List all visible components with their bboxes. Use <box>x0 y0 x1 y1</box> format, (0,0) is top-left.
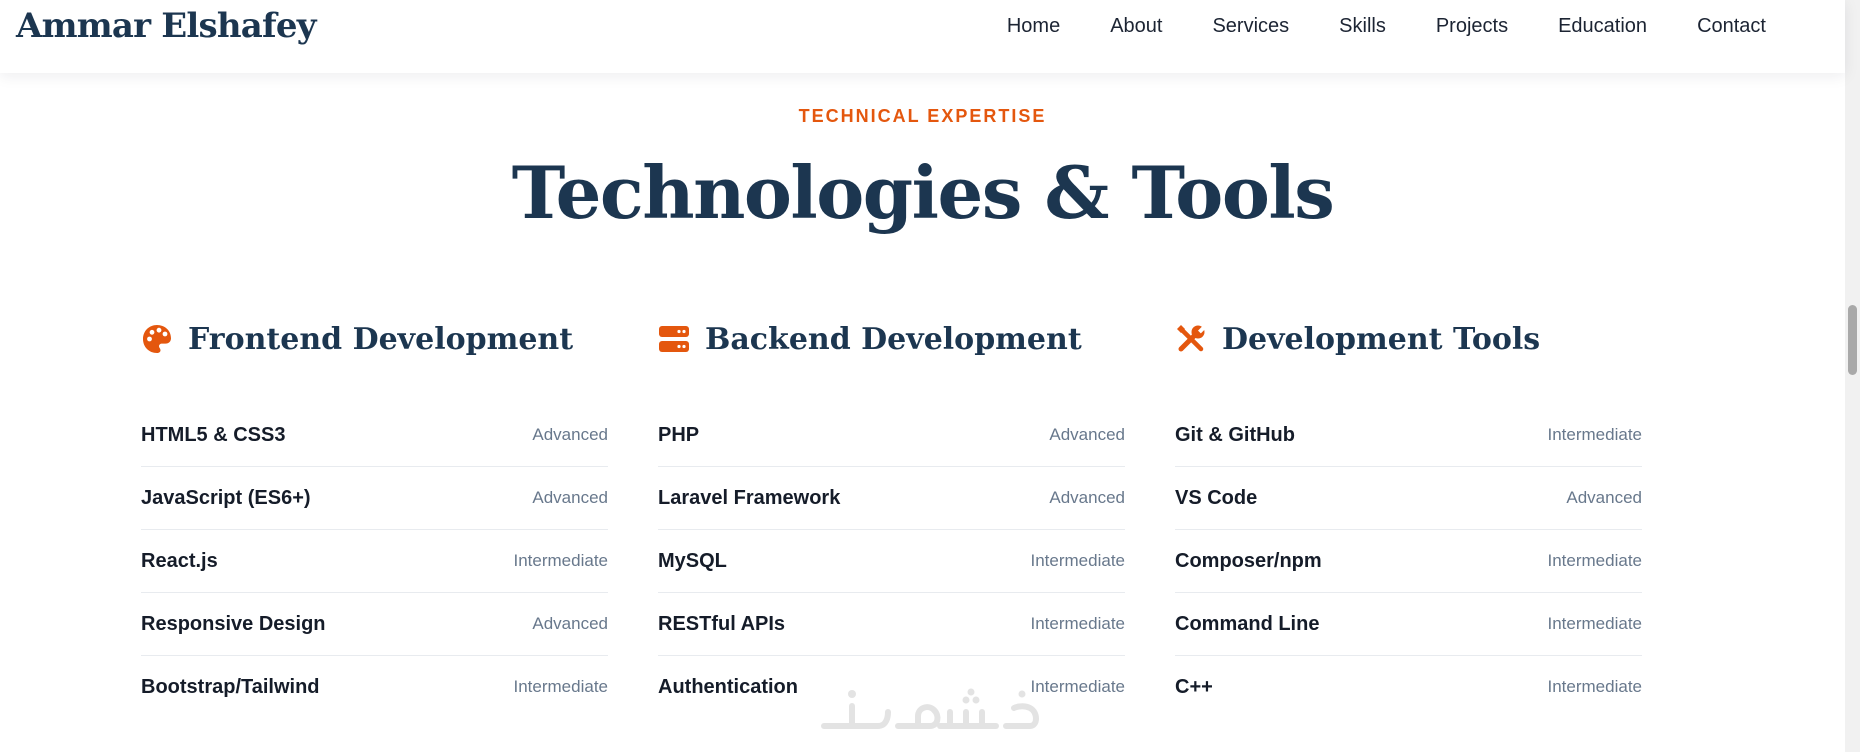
skill-name: Composer/npm <box>1175 549 1322 572</box>
skill-level: Advanced <box>1566 488 1642 507</box>
nav-link-skills[interactable]: Skills <box>1339 15 1386 38</box>
skill-row: React.js Intermediate <box>141 530 608 593</box>
skill-name: HTML5 & CSS3 <box>141 423 286 446</box>
column-header: Development Tools <box>1175 318 1642 360</box>
scrollbar-thumb[interactable] <box>1848 305 1857 375</box>
watermark-logo <box>821 688 1039 729</box>
nav-link-contact[interactable]: Contact <box>1697 15 1766 38</box>
skill-name: Command Line <box>1175 612 1320 635</box>
skill-row: PHP Advanced <box>658 404 1125 467</box>
site-header: Ammar Elshafey Home About Services Skill… <box>0 0 1845 73</box>
nav-link-services[interactable]: Services <box>1212 15 1289 38</box>
skill-level: Intermediate <box>1547 551 1643 570</box>
skill-level: Intermediate <box>1547 425 1643 444</box>
skill-name: Bootstrap/Tailwind <box>141 675 320 698</box>
skill-name: Git & GitHub <box>1175 423 1295 446</box>
skill-level: Advanced <box>1049 488 1125 507</box>
skill-name: Laravel Framework <box>658 486 841 509</box>
skill-row: C++ Intermediate <box>1175 656 1642 718</box>
skill-row: Laravel Framework Advanced <box>658 467 1125 530</box>
skill-name: PHP <box>658 423 700 446</box>
skill-column-frontend: Frontend Development HTML5 & CSS3 Advanc… <box>141 318 608 718</box>
skill-level: Intermediate <box>513 551 609 570</box>
skill-row: Git & GitHub Intermediate <box>1175 404 1642 467</box>
skill-level: Intermediate <box>1030 614 1126 633</box>
skill-row: JavaScript (ES6+) Advanced <box>141 467 608 530</box>
skill-row: Composer/npm Intermediate <box>1175 530 1642 593</box>
server-icon <box>658 323 690 355</box>
column-header: Frontend Development <box>141 318 608 360</box>
main-nav: Home About Services Skills Projects Educ… <box>1007 0 1766 53</box>
skill-column-tools: Development Tools Git & GitHub Intermedi… <box>1175 318 1642 718</box>
skill-name: React.js <box>141 549 218 572</box>
skill-level: Intermediate <box>513 677 609 696</box>
skill-level: Intermediate <box>1547 614 1643 633</box>
column-header: Backend Development <box>658 318 1125 360</box>
column-title: Frontend Development <box>188 321 574 357</box>
tools-icon <box>1175 323 1207 355</box>
skill-name: VS Code <box>1175 486 1258 509</box>
skill-row: HTML5 & CSS3 Advanced <box>141 404 608 467</box>
skill-level: Advanced <box>532 488 608 507</box>
nav-link-home[interactable]: Home <box>1007 15 1060 38</box>
skill-row: MySQL Intermediate <box>658 530 1125 593</box>
skill-list: HTML5 & CSS3 Advanced JavaScript (ES6+) … <box>141 404 608 718</box>
skill-row: Command Line Intermediate <box>1175 593 1642 656</box>
skill-name: Authentication <box>658 675 798 698</box>
column-title: Backend Development <box>705 321 1082 357</box>
skill-name: RESTful APIs <box>658 612 786 635</box>
skill-row: Responsive Design Advanced <box>141 593 608 656</box>
skill-level: Advanced <box>532 425 608 444</box>
skill-list: PHP Advanced Laravel Framework Advanced … <box>658 404 1125 718</box>
skill-name: JavaScript (ES6+) <box>141 486 311 509</box>
skill-level: Advanced <box>1049 425 1125 444</box>
skill-level: Advanced <box>532 614 608 633</box>
nav-link-education[interactable]: Education <box>1558 15 1647 38</box>
skill-row: RESTful APIs Intermediate <box>658 593 1125 656</box>
skill-level: Intermediate <box>1030 551 1126 570</box>
skill-row: Bootstrap/Tailwind Intermediate <box>141 656 608 718</box>
skill-row: VS Code Advanced <box>1175 467 1642 530</box>
nav-link-about[interactable]: About <box>1110 15 1162 38</box>
nav-link-projects[interactable]: Projects <box>1436 15 1508 38</box>
skill-level: Intermediate <box>1547 677 1643 696</box>
skill-name: C++ <box>1175 675 1213 698</box>
palette-icon <box>141 323 173 355</box>
skill-list: Git & GitHub Intermediate VS Code Advanc… <box>1175 404 1642 718</box>
site-logo[interactable]: Ammar Elshafey <box>16 6 316 46</box>
section-title: Technologies & Tools <box>511 150 1335 235</box>
column-title: Development Tools <box>1222 321 1541 357</box>
skill-name: MySQL <box>658 549 727 572</box>
section-eyebrow: TECHNICAL EXPERTISE <box>798 106 1047 126</box>
skill-level: Intermediate <box>1030 677 1126 696</box>
page-scrollbar[interactable] <box>1845 0 1860 752</box>
skill-column-backend: Backend Development PHP Advanced Laravel… <box>658 318 1125 718</box>
skill-name: Responsive Design <box>141 612 326 635</box>
